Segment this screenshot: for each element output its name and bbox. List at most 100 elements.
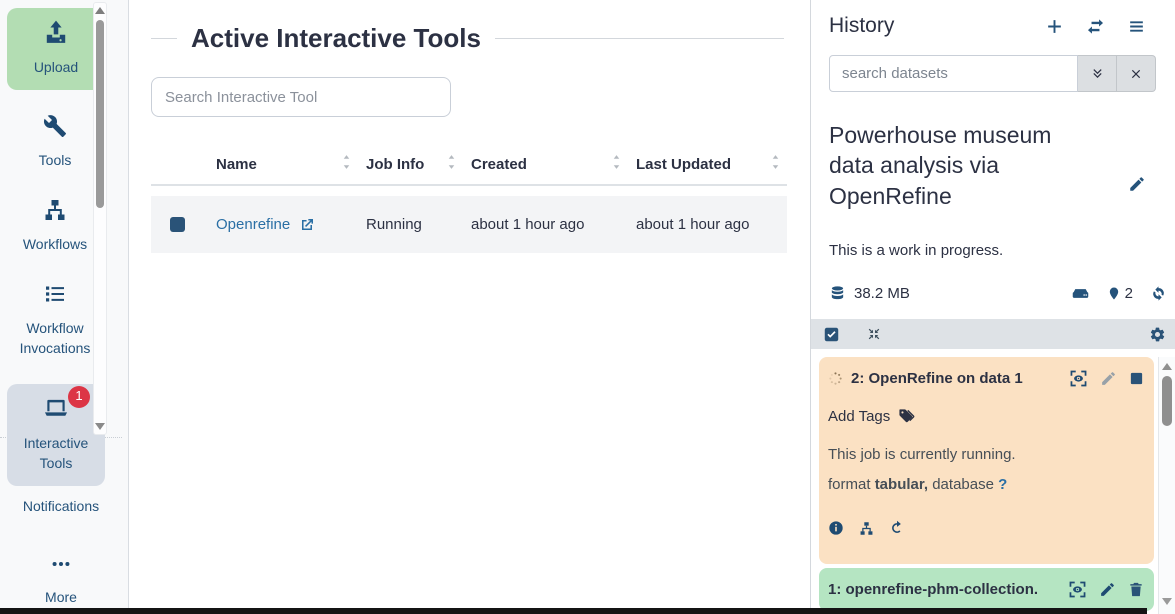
sidebar-scrollbar[interactable] [93,2,107,435]
upload-icon [43,19,69,50]
refresh-history-button[interactable] [1150,285,1167,302]
column-header-created: Created [471,156,527,173]
row-checkbox[interactable] [170,217,185,232]
sidebar-item-interactive-tools[interactable]: 1 Interactive Tools [7,384,105,486]
external-link-icon[interactable] [299,217,315,233]
wrench-icon [43,114,67,143]
storage-dashboard-icon [1071,284,1090,303]
dataset-item-running[interactable]: 2: OpenRefine on data 1 [819,357,1154,564]
history-panel: History [810,0,1175,614]
add-tags-button[interactable]: Add Tags [828,408,1144,425]
title-rule-right [495,38,784,39]
new-history-button[interactable] [1045,17,1064,36]
shown-items-count: 2 [1125,285,1133,302]
format-value: tabular, [875,476,928,493]
dataset-format-line: format tabular, database ? [828,476,1144,493]
sidebar-item-label: Notifications [23,496,99,516]
notification-badge: 1 [68,386,90,408]
clear-search-icon [1129,67,1143,81]
main-content: Active Interactive Tools Name Job Info C… [129,0,810,614]
advanced-filter-button[interactable] [1078,55,1117,92]
trash-icon[interactable] [1128,581,1144,598]
sidebar-item-label: Tools [39,150,72,170]
history-name[interactable]: Powerhouse museum data analysis via Open… [829,120,1081,211]
interactive-tool-search-input[interactable] [151,77,451,117]
database-edit-link[interactable]: ? [998,476,1007,493]
bottom-edge-bar [0,608,1147,614]
scrollbar-thumb[interactable] [1162,376,1172,426]
dataset-name: OpenRefine on data 1 [869,370,1023,387]
sitemap-small-icon[interactable] [858,521,875,536]
history-options-button[interactable] [1127,17,1146,36]
checked-checkbox-icon [823,326,840,343]
tags-icon [897,408,916,425]
column-header-job-info: Job Info [366,156,424,173]
display-eye-icon[interactable] [1069,369,1088,388]
dataset-list: 2: OpenRefine on data 1 [811,357,1175,614]
history-options-icon [1127,17,1146,36]
display-eye-icon[interactable] [1068,580,1087,599]
scroll-up-arrow-icon[interactable] [1162,363,1172,370]
gear-icon[interactable] [1149,326,1166,343]
workflows-icon [43,198,67,227]
scroll-down-arrow-icon[interactable] [95,423,105,430]
history-selection-toolbar [811,319,1175,349]
edit-pencil-icon[interactable] [1099,581,1116,598]
clear-search-button[interactable] [1117,55,1156,92]
sidebar-scroll-region: Upload Tools Workflows Workflow Invocati… [0,0,110,437]
switch-history-button[interactable] [1085,17,1106,36]
shown-items-indicator[interactable]: 2 [1107,285,1133,302]
dataset-search-input[interactable] [829,55,1078,92]
sort-icon[interactable] [446,154,457,174]
invocations-list-icon [43,282,67,311]
interactive-tools-table: Name Job Info Created Last Updated Openr… [151,144,787,253]
last-updated-cell: about 1 hour ago [628,216,787,233]
map-marker-icon [1107,285,1121,302]
laptop-icon [42,395,70,426]
storage-dashboard-button[interactable] [1071,284,1090,303]
created-cell: about 1 hour ago [463,216,628,233]
chevron-double-down-icon [1090,66,1105,81]
activity-sidebar: Upload Tools Workflows Workflow Invocati… [0,0,129,614]
column-header-last-updated: Last Updated [636,156,731,173]
sidebar-item-label: Interactive Tools [9,433,103,474]
scrollbar-thumb[interactable] [96,20,104,208]
database-icon [829,285,846,302]
edit-pencil-icon [1128,175,1146,193]
history-annotation: This is a work in progress. [829,242,1167,259]
page-title: Active Interactive Tools [191,23,481,54]
history-size[interactable]: 38.2 MB [854,285,910,302]
job-info-cell: Running [358,216,463,233]
spinner-icon [828,371,843,386]
sort-icon[interactable] [611,154,622,174]
dataset-hid: 1: [828,581,841,598]
dataset-name: openrefine-phm-collection. [846,581,1039,598]
stop-square-icon[interactable] [1129,371,1144,386]
dataset-item-ok[interactable]: 1: openrefine-phm-collection. [819,568,1154,611]
info-icon[interactable] [828,520,844,536]
database-label: database [932,476,994,493]
select-all-checkbox[interactable] [823,326,840,343]
sort-icon[interactable] [341,154,352,174]
history-panel-title: History [829,14,894,38]
scroll-down-arrow-icon[interactable] [1162,598,1172,605]
sidebar-item-more[interactable]: More [0,553,122,608]
tool-link[interactable]: Openrefine [216,216,290,233]
sidebar-item-label: More [45,587,77,607]
plus-icon [1045,17,1064,36]
add-tags-label: Add Tags [828,408,890,425]
galaxy-app: Upload Tools Workflows Workflow Invocati… [0,0,1175,614]
switch-history-icon [1085,17,1106,36]
collapse-all-button[interactable] [866,326,882,342]
edit-pencil-icon[interactable] [1100,370,1117,387]
rerun-icon[interactable] [889,520,905,536]
table-row: Openrefine Running about 1 hour ago abou… [151,196,787,253]
sidebar-item-upload[interactable]: Upload [7,8,105,90]
history-scrollbar[interactable] [1158,357,1175,614]
scroll-up-arrow-icon[interactable] [95,7,105,14]
format-label: format [828,476,871,493]
page-title-row: Active Interactive Tools [151,23,784,54]
edit-history-button[interactable] [1128,156,1146,211]
column-header-name: Name [216,156,257,173]
sort-icon[interactable] [770,154,781,174]
